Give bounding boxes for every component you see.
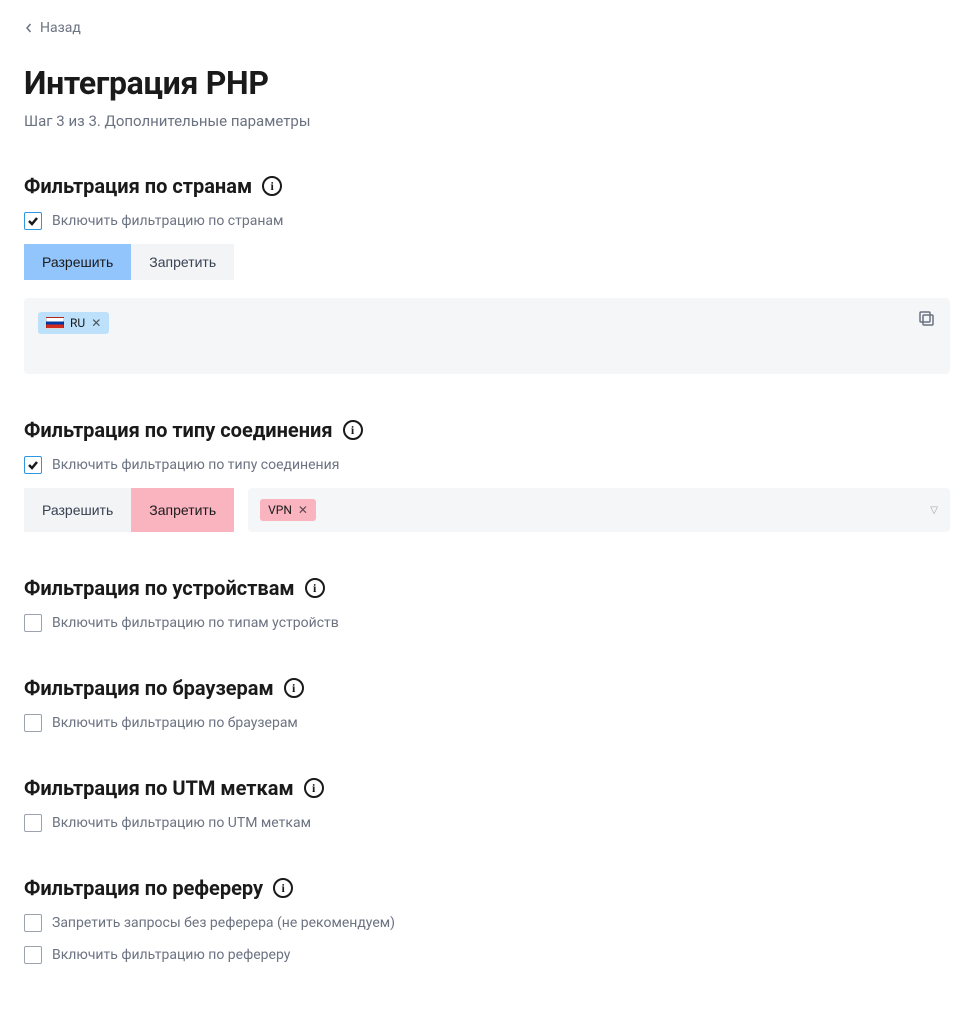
section-connection: Фильтрация по типу соединения i Включить… — [24, 418, 950, 532]
page-title: Интеграция PHP — [24, 64, 950, 102]
checkbox-label: Включить фильтрацию по рефереру — [52, 947, 290, 963]
country-tag-ru[interactable]: RU ✕ — [38, 312, 109, 334]
section-devices: Фильтрация по устройствам i Включить фил… — [24, 576, 950, 632]
info-icon[interactable]: i — [284, 678, 304, 698]
connection-tag-area[interactable]: VPN ✕ ▽ — [248, 488, 950, 532]
section-title-devices: Фильтрация по устройствам — [24, 576, 295, 600]
checkbox-label: Запретить запросы без реферера (не реком… — [52, 915, 395, 931]
checkbox-label: Включить фильтрацию по браузерам — [52, 715, 298, 731]
info-icon[interactable]: i — [273, 878, 293, 898]
section-title-referer: Фильтрация по рефереру — [24, 876, 263, 900]
connection-tag-vpn[interactable]: VPN ✕ — [260, 499, 316, 521]
back-label: Назад — [40, 20, 81, 36]
close-icon[interactable]: ✕ — [91, 316, 101, 330]
section-browsers: Фильтрация по браузерам i Включить фильт… — [24, 676, 950, 732]
countries-tag-area[interactable]: RU ✕ — [24, 298, 950, 374]
info-icon[interactable]: i — [304, 778, 324, 798]
checkbox-label: Включить фильтрацию по странам — [52, 213, 283, 229]
toggle-allow-button[interactable]: Разрешить — [24, 488, 131, 532]
checkbox-countries-enable[interactable] — [24, 212, 42, 230]
chevron-left-icon — [24, 23, 34, 33]
checkbox-devices-enable[interactable] — [24, 614, 42, 632]
checkbox-browsers-enable[interactable] — [24, 714, 42, 732]
toggle-deny-button[interactable]: Запретить — [131, 244, 234, 280]
country-tag-label: RU — [70, 316, 85, 330]
section-referer: Фильтрация по рефереру i Запретить запро… — [24, 876, 950, 964]
connection-tag-label: VPN — [268, 503, 292, 517]
checkbox-connection-enable[interactable] — [24, 456, 42, 474]
checkbox-utm-enable[interactable] — [24, 814, 42, 832]
checkbox-label: Включить фильтрацию по типам устройств — [52, 615, 339, 631]
section-title-countries: Фильтрация по странам — [24, 174, 252, 198]
section-utm: Фильтрация по UTM меткам i Включить филь… — [24, 776, 950, 832]
toggle-allow-button[interactable]: Разрешить — [24, 244, 131, 280]
section-title-connection: Фильтрация по типу соединения — [24, 418, 333, 442]
back-link[interactable]: Назад — [24, 20, 81, 36]
close-icon[interactable]: ✕ — [298, 503, 308, 517]
checkbox-referer-enable[interactable] — [24, 946, 42, 964]
section-title-browsers: Фильтрация по браузерам — [24, 676, 274, 700]
toggle-connection: Разрешить Запретить — [24, 488, 234, 532]
checkbox-label: Включить фильтрацию по типу соединения — [52, 457, 339, 473]
checkbox-label: Включить фильтрацию по UTM меткам — [52, 815, 311, 831]
section-countries: Фильтрация по странам i Включить фильтра… — [24, 174, 950, 374]
info-icon[interactable]: i — [343, 420, 363, 440]
flag-ru-icon — [46, 317, 64, 329]
step-text: Шаг 3 из 3. Дополнительные параметры — [24, 112, 950, 130]
toggle-deny-button[interactable]: Запретить — [131, 488, 234, 532]
copy-icon[interactable] — [918, 310, 936, 328]
toggle-countries: Разрешить Запретить — [24, 244, 234, 280]
chevron-down-icon[interactable]: ▽ — [930, 505, 938, 516]
section-title-utm: Фильтрация по UTM меткам — [24, 776, 294, 800]
info-icon[interactable]: i — [262, 176, 282, 196]
checkbox-referer-noref[interactable] — [24, 914, 42, 932]
info-icon[interactable]: i — [305, 578, 325, 598]
